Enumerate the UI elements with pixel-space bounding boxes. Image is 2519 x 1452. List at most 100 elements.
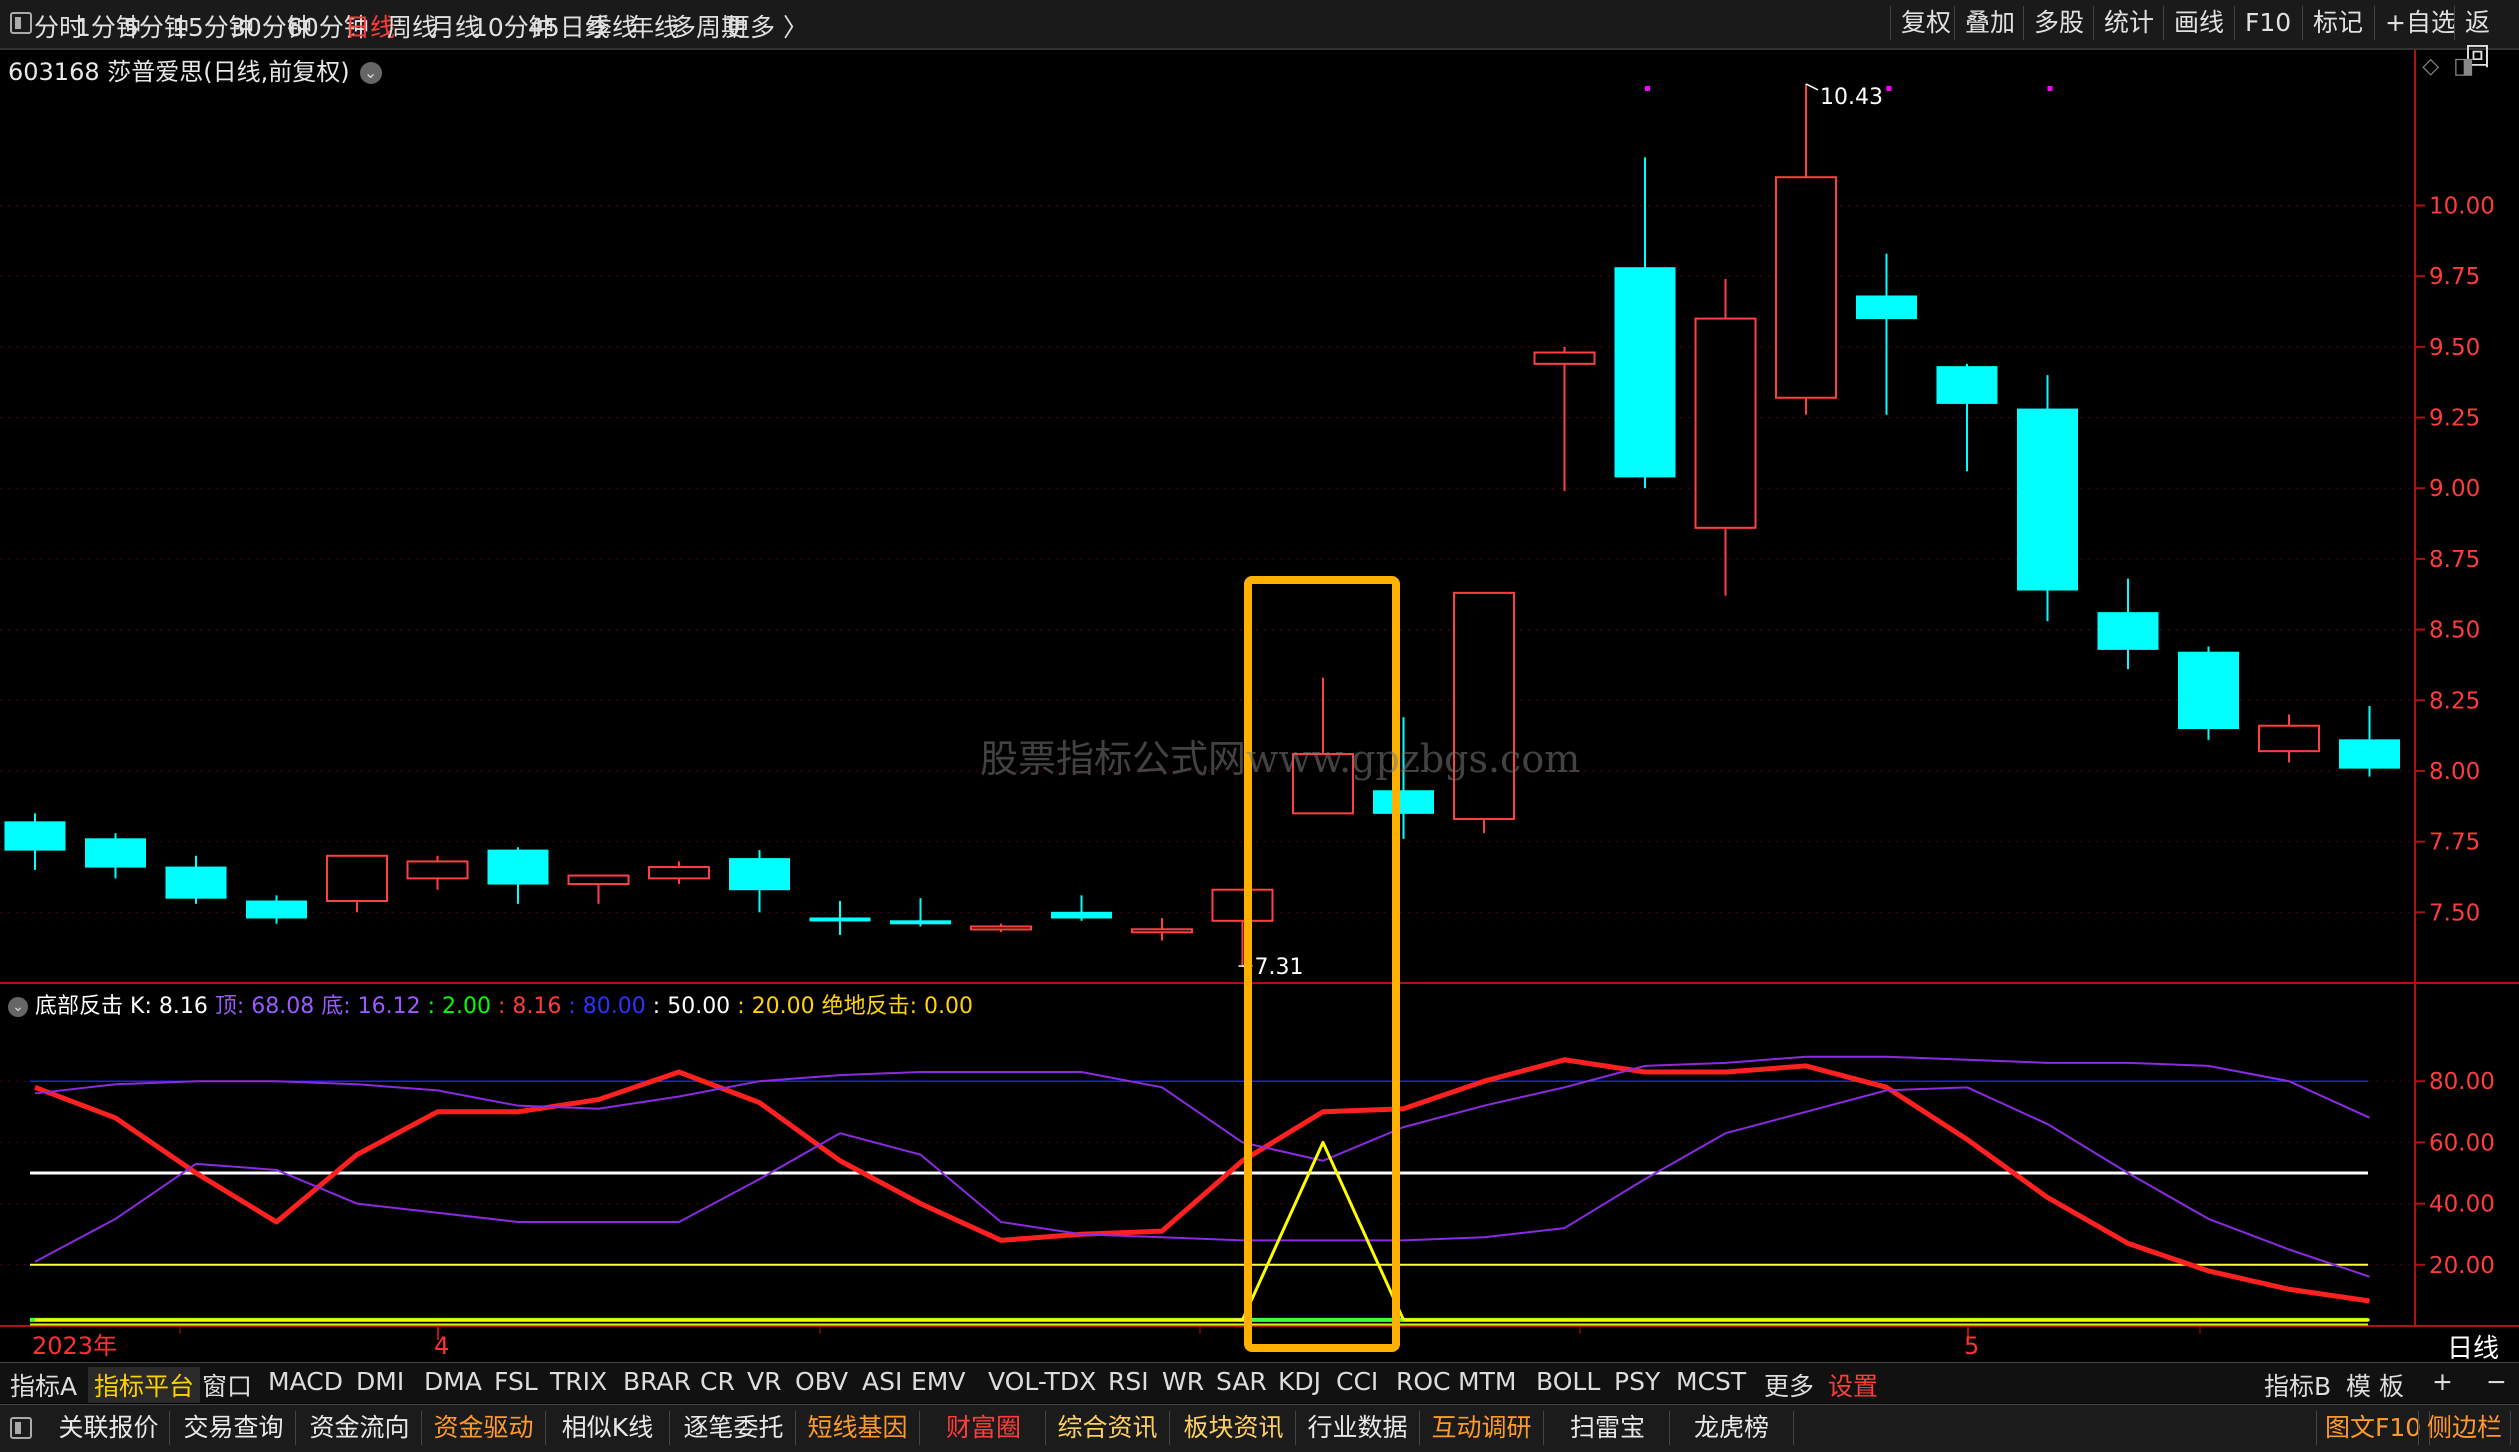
price-tick-label: 8.50 xyxy=(2429,618,2480,644)
indicator-tab[interactable]: MACD xyxy=(262,1367,349,1396)
price-tick-label: 9.00 xyxy=(2429,476,2480,502)
candle-body-down xyxy=(729,858,790,891)
price-tick-label: 7.50 xyxy=(2429,900,2480,926)
bottom-tab[interactable]: 行业数据 xyxy=(1296,1411,1420,1445)
indicator-control[interactable]: + xyxy=(2426,1367,2459,1396)
indicator-tab[interactable]: SAR xyxy=(1210,1367,1273,1396)
bottom-tab[interactable]: 综合资讯 xyxy=(1046,1411,1170,1445)
candle-body-down xyxy=(809,917,871,922)
price-tick-label: 8.00 xyxy=(2429,759,2480,785)
candle-body-down xyxy=(2017,408,2078,591)
watermark: 股票指标公式网www.gpzbgs.com xyxy=(980,737,1581,781)
indicator-control[interactable]: 指标B xyxy=(2258,1367,2337,1403)
indicator-tab[interactable]: DMA xyxy=(418,1367,488,1396)
indicator-series-line xyxy=(35,1140,2370,1322)
signal-dot xyxy=(2047,86,2053,91)
indicator-tab[interactable]: 更多 xyxy=(1758,1367,1820,1403)
indicator-title: ⌄ 底部反击 K: 8.16 顶: 68.08 底: 16.12 : 2.00 … xyxy=(8,988,973,1020)
candle-body-down xyxy=(165,866,227,899)
bottom-tab[interactable]: 交易查询 xyxy=(172,1411,296,1445)
bottom-tab[interactable]: 相似K线 xyxy=(546,1411,670,1445)
signal-dot xyxy=(1644,86,1650,91)
indicator-tab[interactable]: MTM xyxy=(1452,1367,1522,1396)
bottom-tab[interactable]: 资金驱动 xyxy=(422,1411,546,1445)
chart-canvas: 10.00 9.75 9.50 9.25 9.00 8.75 8.50 8.25 8.00 7.7… xyxy=(0,50,2519,1360)
bottom-tab[interactable]: 资金流向 xyxy=(298,1411,422,1445)
indicator-tab[interactable]: BOLL xyxy=(1530,1367,1606,1396)
price-tick-label: 9.75 xyxy=(2429,264,2480,290)
bottom-tab[interactable]: 龙虎榜 xyxy=(1670,1411,1794,1445)
price-tick-label: 8.25 xyxy=(2429,688,2480,714)
indicator-v6: 绝地反击: 0.00 xyxy=(821,994,973,1019)
candle-body-down xyxy=(1856,295,1917,320)
indicator-tab[interactable]: RSI xyxy=(1102,1367,1155,1396)
date-label-april: 4 xyxy=(434,1332,449,1360)
indicator-tick-label: 20.00 xyxy=(2429,1253,2495,1279)
indicator-tick-label: 60.00 xyxy=(2429,1130,2495,1156)
indicator-tab[interactable]: TRIX xyxy=(544,1367,613,1396)
price-tick-label: 9.50 xyxy=(2429,335,2480,361)
panel-icon[interactable] xyxy=(10,1417,32,1439)
indicator-tab[interactable]: EMV xyxy=(905,1367,971,1396)
indicator-tab[interactable]: CR xyxy=(694,1367,741,1396)
indicator-k: K: 8.16 xyxy=(130,994,208,1019)
candle-body-down xyxy=(2178,651,2239,730)
bottom-tab[interactable]: 扫雷宝 xyxy=(1546,1411,1670,1445)
candle-body-down xyxy=(246,900,307,919)
indicator-name: 底部反击 xyxy=(35,994,124,1019)
candle-body-up xyxy=(1694,317,1757,529)
date-label-year: 2023年 xyxy=(32,1332,117,1360)
indicator-tab[interactable]: DMI xyxy=(350,1367,410,1396)
indicator-tab[interactable]: BRAR xyxy=(617,1367,697,1396)
high-marker-line xyxy=(1805,83,1819,91)
period-label: 日线 xyxy=(2446,1334,2499,1364)
candle-body-up xyxy=(970,925,1032,931)
candle-body-down xyxy=(4,821,66,851)
high-price-label: 10.43 xyxy=(1820,85,1883,110)
candle-body-up xyxy=(1131,928,1193,934)
bottom-right-button[interactable]: 侧边栏 xyxy=(2418,1411,2512,1445)
indicator-v4: : 50.00 xyxy=(652,994,731,1019)
indicator-top: 顶: 68.08 xyxy=(214,994,315,1019)
candle-body-down xyxy=(2339,739,2400,769)
candle-body-up xyxy=(1533,351,1596,365)
bottom-tab[interactable]: 短线基因 xyxy=(796,1411,920,1445)
indicator-tab[interactable]: VR xyxy=(741,1367,787,1396)
indicator-tab[interactable]: CCI xyxy=(1330,1367,1384,1396)
indicator-tab[interactable]: 窗口 xyxy=(196,1367,258,1403)
indicator-tick-label: 80.00 xyxy=(2429,1069,2495,1095)
indicator-tab[interactable]: OBV xyxy=(789,1367,854,1396)
price-tick-label: 7.75 xyxy=(2429,830,2480,856)
candle-body-down xyxy=(890,920,951,925)
candle-body-up xyxy=(326,854,388,903)
bottom-tab[interactable]: 关联报价 xyxy=(48,1411,170,1445)
indicator-tab[interactable]: 设置 xyxy=(1822,1367,1884,1403)
bottom-tab-bar: 关联报价 交易查询 资金流向 资金驱动 相似K线 逐笔委托 短线基因 财富圈 综合资讯 板块资讯行… xyxy=(0,1404,2519,1452)
indicator-tab[interactable]: VOL-TDX xyxy=(982,1367,1102,1396)
indicator-tab[interactable]: ASI xyxy=(856,1367,908,1396)
candle-body-down xyxy=(487,849,549,885)
indicator-tab[interactable]: WR xyxy=(1156,1367,1210,1396)
indicator-tab[interactable]: FSL xyxy=(488,1367,544,1396)
low-price-label: 7.31 xyxy=(1255,955,1304,980)
candle-body-down xyxy=(85,838,146,868)
indicator-tab[interactable]: ROC xyxy=(1390,1367,1457,1396)
candle-body-down xyxy=(1051,911,1112,919)
indicator-control[interactable]: − xyxy=(2480,1367,2513,1396)
bottom-tab[interactable]: 板块资讯 xyxy=(1172,1411,1296,1445)
collapse-icon[interactable]: ⌄ xyxy=(8,997,28,1017)
indicator-control[interactable]: 模 板 xyxy=(2340,1367,2410,1403)
indicator-tab[interactable]: 指标A xyxy=(4,1367,83,1403)
indicator-bottom: 底: 16.12 xyxy=(321,994,421,1019)
bottom-tab[interactable]: 互动调研 xyxy=(1420,1411,1544,1445)
indicator-tab[interactable]: MCST xyxy=(1670,1367,1752,1396)
indicator-tab[interactable]: 指标平台 xyxy=(88,1367,201,1403)
indicator-tab[interactable]: PSY xyxy=(1608,1367,1666,1396)
bottom-tab[interactable]: 财富圈 xyxy=(922,1411,1046,1445)
indicator-v2: : 8.16 xyxy=(498,994,562,1019)
indicator-tab[interactable]: KDJ xyxy=(1272,1367,1327,1396)
bottom-right-button[interactable]: 图文F10 xyxy=(2316,1411,2431,1445)
price-tick-label: 9.25 xyxy=(2429,406,2480,432)
candle-body-up xyxy=(2258,724,2320,753)
bottom-tab[interactable]: 逐笔委托 xyxy=(672,1411,796,1445)
